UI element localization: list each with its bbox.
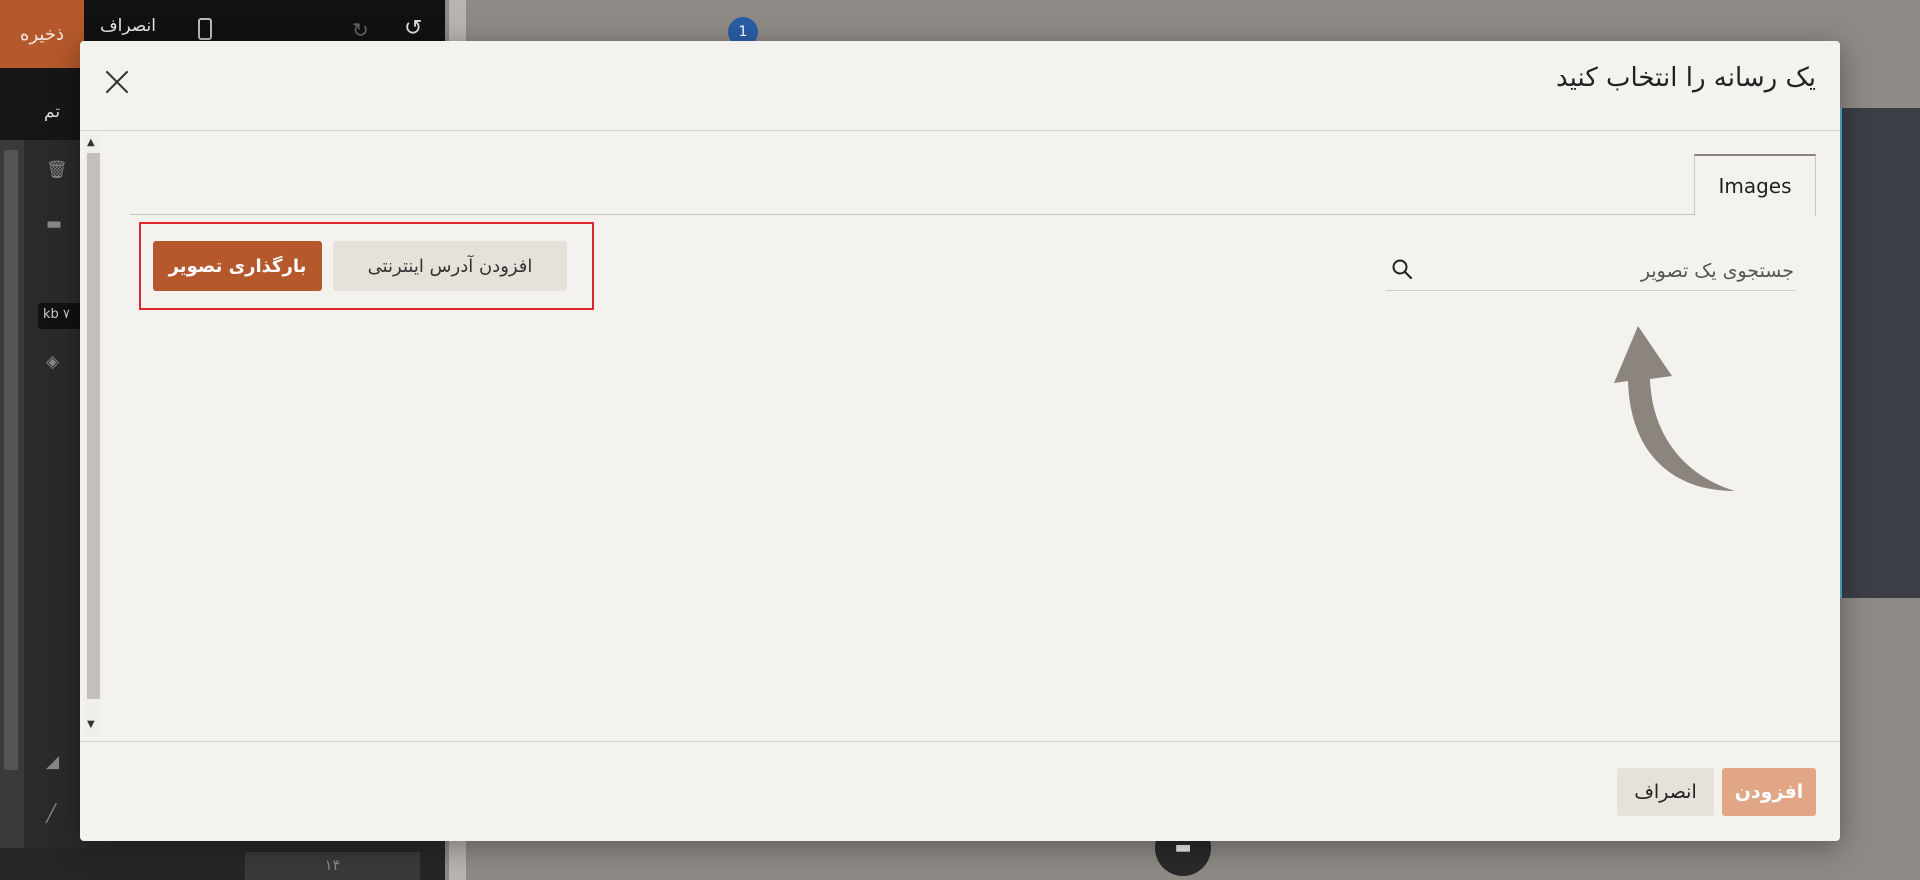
undo-icon[interactable]: ↺ (404, 16, 422, 41)
editor-save-button[interactable]: ذخیره (0, 0, 84, 68)
dialog-title: یک رسانه را انتخاب کنید (1556, 63, 1816, 93)
curved-arrow-icon (1614, 326, 1735, 491)
theme-tab[interactable]: تم (44, 102, 60, 122)
canvas-selected-block (1840, 108, 1920, 598)
file-size-tag: kb ۷ (38, 303, 82, 329)
focal-point-icon[interactable]: ◈ (46, 352, 59, 372)
mobile-preview-icon[interactable] (198, 18, 212, 40)
editor-cancel-button[interactable]: انصراف (100, 16, 156, 36)
scroll-up-icon[interactable]: ▲ (87, 137, 95, 148)
upload-image-button[interactable]: بارگذاری تصویر (153, 241, 322, 291)
eraser-icon[interactable]: ◢ (46, 752, 59, 772)
search-icon[interactable] (1390, 257, 1414, 281)
search-field (1386, 253, 1796, 291)
add-url-button[interactable]: افزودن آدرس اینترنتی (333, 241, 567, 291)
scroll-down-icon[interactable]: ▼ (87, 719, 95, 730)
editor-scrollbar[interactable] (4, 150, 18, 770)
image-icon[interactable]: ▬ (46, 214, 62, 234)
tab-divider (130, 214, 1816, 215)
trash-icon[interactable]: 🗑 (46, 160, 68, 180)
search-input[interactable] (1426, 253, 1794, 289)
media-picker-dialog: یک رسانه را انتخاب کنید ▲ ▼ Images افزود… (80, 41, 1840, 841)
close-icon[interactable] (102, 67, 132, 97)
dialog-footer: افزودن انصراف (80, 741, 1840, 841)
tab-images[interactable]: Images (1694, 154, 1816, 216)
add-button[interactable]: افزودن (1722, 768, 1816, 816)
font-size-field[interactable]: ۱۴ (245, 852, 420, 880)
redo-icon[interactable]: ↻ (352, 18, 369, 42)
dialog-scrollbar[interactable]: ▲ ▼ (84, 135, 102, 735)
dialog-header: یک رسانه را انتخاب کنید (80, 41, 1840, 131)
cancel-button[interactable]: انصراف (1617, 768, 1714, 816)
brush-icon[interactable]: ╱ (46, 804, 56, 824)
scroll-thumb[interactable] (87, 153, 100, 699)
